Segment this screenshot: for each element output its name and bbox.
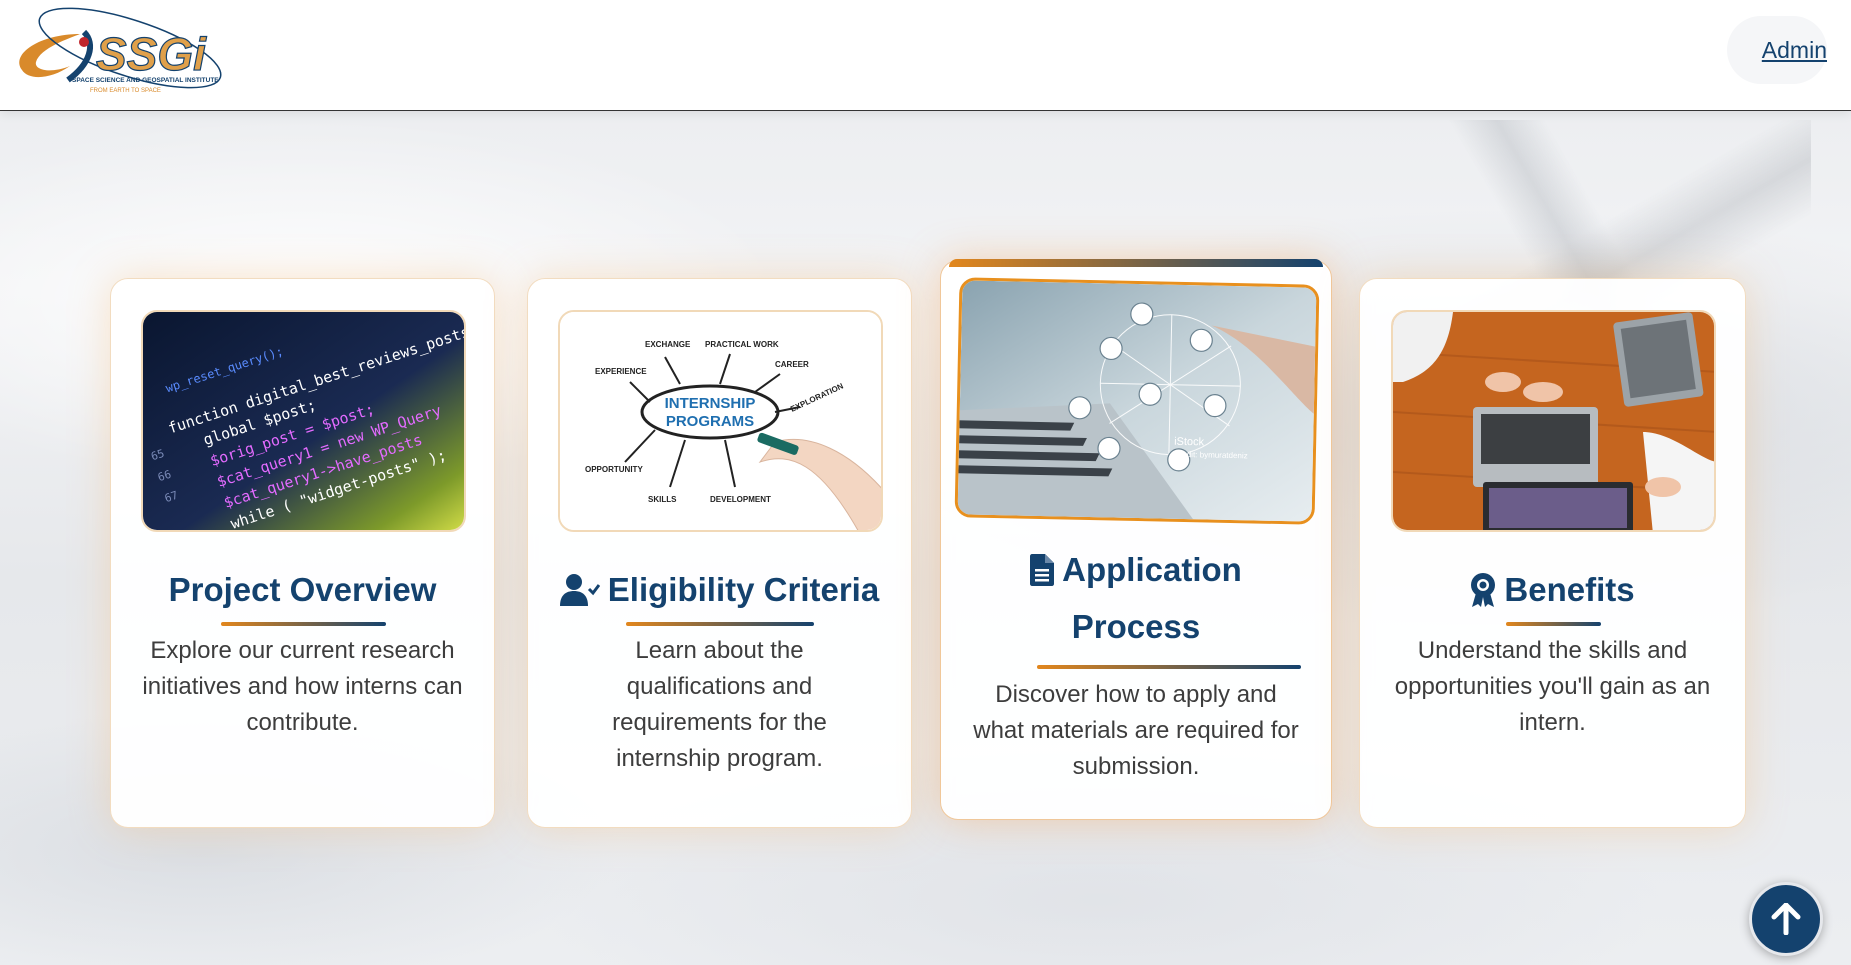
- card-title: Project Overview: [168, 571, 437, 608]
- card-application-process[interactable]: iStock Credit: bymuratdeniz Application …: [940, 259, 1332, 820]
- svg-text:SSGi: SSGi: [96, 28, 207, 80]
- card-project-overview[interactable]: wp_reset_query(); function digital_best_…: [110, 278, 495, 828]
- svg-text:OPPORTUNITY: OPPORTUNITY: [585, 465, 643, 474]
- laptop-network-image: iStock Credit: bymuratdeniz: [954, 277, 1320, 525]
- admin-pill: Admin: [1727, 16, 1827, 84]
- svg-text:SPACE SCIENCE AND GEOSPATIAL I: SPACE SCIENCE AND GEOSPATIAL INSTITUTE: [72, 77, 219, 84]
- user-check-icon: [559, 573, 600, 607]
- svg-text:SKILLS: SKILLS: [648, 495, 677, 504]
- card-title: Application Process: [941, 541, 1331, 655]
- card-title: Eligibility Criteria: [528, 561, 911, 618]
- svg-text:PRACTICAL WORK: PRACTICAL WORK: [705, 340, 779, 349]
- card-description: Learn about the qualifications and requi…: [612, 637, 827, 772]
- laptops-meeting-image: [1391, 310, 1716, 532]
- card-top-accent: [949, 259, 1323, 267]
- svg-text:EXCHANGE: EXCHANGE: [645, 340, 691, 349]
- internship-programs-image: INTERNSHIP PROGRAMS EXCHANGE PRACTICAL W…: [558, 310, 883, 532]
- svg-text:INTERNSHIP: INTERNSHIP: [665, 395, 756, 412]
- svg-text:iStock: iStock: [1174, 436, 1205, 449]
- svg-text:EXPERIENCE: EXPERIENCE: [595, 367, 647, 376]
- svg-text:FROM EARTH TO SPACE: FROM EARTH TO SPACE: [90, 88, 161, 94]
- title-underline: [1037, 665, 1301, 669]
- code-image: wp_reset_query(); function digital_best_…: [141, 310, 466, 532]
- card-description: Understand the skills and opportunities …: [1394, 637, 1711, 736]
- svg-text:DEVELOPMENT: DEVELOPMENT: [710, 495, 771, 504]
- card-title: Benefits: [1360, 561, 1745, 618]
- card-description: Explore our current research initiatives…: [142, 637, 463, 736]
- svg-text:CAREER: CAREER: [775, 360, 809, 369]
- svg-text:PROGRAMS: PROGRAMS: [666, 413, 754, 430]
- card-eligibility-criteria[interactable]: INTERNSHIP PROGRAMS EXCHANGE PRACTICAL W…: [527, 278, 912, 828]
- title-underline: [221, 622, 386, 626]
- ssgi-logo[interactable]: SSGi SPACE SCIENCE AND GEOSPATIAL INSTIT…: [10, 4, 242, 100]
- site-header: SSGi SPACE SCIENCE AND GEOSPATIAL INSTIT…: [0, 0, 1851, 111]
- title-underline: [626, 622, 814, 626]
- scroll-to-top-button[interactable]: [1749, 882, 1823, 956]
- svg-text:Credit: bymuratdeniz: Credit: bymuratdeniz: [1174, 450, 1248, 461]
- card-benefits[interactable]: Benefits Understand the skills and oppor…: [1359, 278, 1746, 828]
- card-description: Discover how to apply and what materials…: [973, 681, 1299, 780]
- ssgi-logo-icon: SSGi SPACE SCIENCE AND GEOSPATIAL INSTIT…: [19, 7, 222, 94]
- arrow-up-icon: [1771, 903, 1801, 935]
- award-icon: [1470, 572, 1496, 607]
- title-underline: [1506, 622, 1601, 626]
- file-icon: [1030, 553, 1055, 586]
- admin-link[interactable]: Admin: [1762, 37, 1827, 64]
